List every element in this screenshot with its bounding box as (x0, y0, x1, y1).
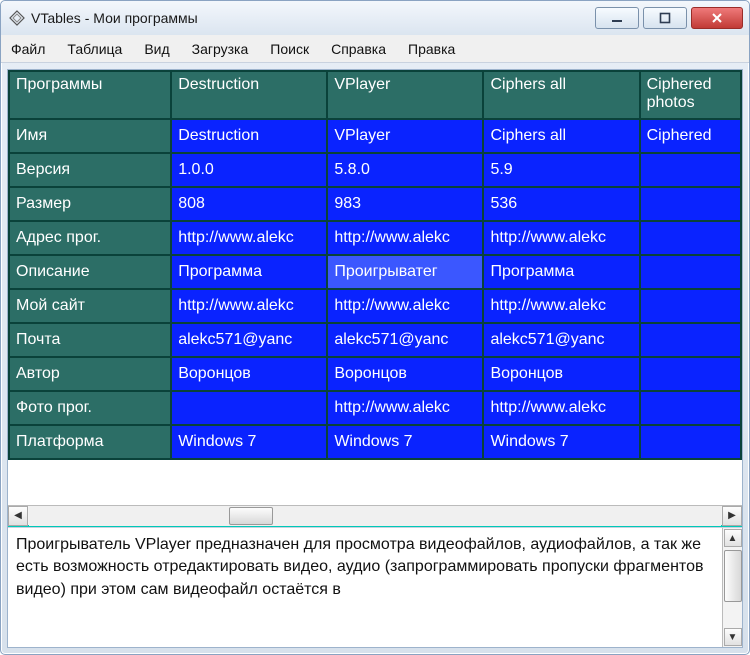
cell[interactable]: Проигрыватег (327, 255, 483, 289)
cell[interactable]: http://www.alekc (327, 289, 483, 323)
titlebar[interactable]: VTables - Мои программы (1, 1, 749, 35)
cell[interactable] (640, 323, 741, 357)
cell[interactable] (640, 187, 741, 221)
vscroll-track[interactable] (724, 548, 742, 627)
description-text[interactable]: Проигрыватель VPlayer предназначен для п… (8, 528, 722, 647)
cell[interactable]: Ciphers all (483, 119, 639, 153)
hscroll-thumb[interactable] (229, 507, 273, 525)
col-header[interactable]: VPlayer (327, 71, 483, 119)
cell[interactable]: VPlayer (327, 119, 483, 153)
app-icon (9, 10, 25, 26)
table-row: ОписаниеПрограммаПроигрыватегПрограмма (9, 255, 741, 289)
cell[interactable]: http://www.alekc (483, 221, 639, 255)
cell[interactable]: 5.8.0 (327, 153, 483, 187)
cell[interactable]: 5.9 (483, 153, 639, 187)
cell[interactable]: Windows 7 (327, 425, 483, 459)
cell[interactable] (640, 255, 741, 289)
cell[interactable]: Windows 7 (483, 425, 639, 459)
window-title: VTables - Мои программы (31, 10, 595, 26)
table-row: АвторВоронцовВоронцовВоронцов (9, 357, 741, 391)
description-panel: Проигрыватель VPlayer предназначен для п… (8, 527, 742, 647)
menu-file[interactable]: Файл (9, 39, 47, 59)
row-header[interactable]: Размер (9, 187, 171, 221)
col-header[interactable]: Ciphers all (483, 71, 639, 119)
cell[interactable]: alekc571@yanc (483, 323, 639, 357)
cell[interactable]: http://www.alekc (483, 391, 639, 425)
cell[interactable] (640, 425, 741, 459)
cell[interactable]: Destruction (171, 119, 327, 153)
hscroll-track[interactable] (29, 506, 721, 526)
cell[interactable]: Воронцов (483, 357, 639, 391)
close-button[interactable] (691, 7, 743, 29)
table-row: ИмяDestructionVPlayerCiphers allCiphered (9, 119, 741, 153)
menu-help[interactable]: Справка (329, 39, 388, 59)
col-header[interactable]: Ciphered photos (640, 71, 741, 119)
menu-search[interactable]: Поиск (268, 39, 311, 59)
table-row: Размер808983536 (9, 187, 741, 221)
cell[interactable] (640, 221, 741, 255)
table-row: Почтаalekc571@yancalekc571@yancalekc571@… (9, 323, 741, 357)
scroll-left-button[interactable]: ◀ (8, 506, 28, 526)
cell[interactable]: 808 (171, 187, 327, 221)
vscroll-thumb[interactable] (724, 550, 742, 602)
row-header[interactable]: Почта (9, 323, 171, 357)
table-row: Адрес прог.http://www.alekchttp://www.al… (9, 221, 741, 255)
horizontal-scrollbar[interactable]: ◀ ▶ (8, 505, 742, 527)
cell[interactable]: http://www.alekc (171, 289, 327, 323)
cell[interactable]: 983 (327, 187, 483, 221)
cell[interactable]: 1.0.0 (171, 153, 327, 187)
cell[interactable]: alekc571@yanc (327, 323, 483, 357)
scroll-down-button[interactable]: ▼ (724, 628, 742, 646)
window-controls (595, 7, 743, 29)
menu-load[interactable]: Загрузка (190, 39, 251, 59)
row-header[interactable]: Мой сайт (9, 289, 171, 323)
cell[interactable]: Воронцов (327, 357, 483, 391)
row-header[interactable]: Описание (9, 255, 171, 289)
cell[interactable] (640, 153, 741, 187)
cell[interactable] (640, 289, 741, 323)
cell[interactable]: http://www.alekc (327, 391, 483, 425)
cell[interactable]: http://www.alekc (483, 289, 639, 323)
data-grid[interactable]: Программы Destruction VPlayer Ciphers al… (8, 70, 742, 505)
vertical-scrollbar[interactable]: ▲ ▼ (722, 528, 742, 647)
cell[interactable] (640, 391, 741, 425)
cell[interactable] (640, 357, 741, 391)
cell[interactable]: http://www.alekc (327, 221, 483, 255)
corner-header[interactable]: Программы (9, 71, 171, 119)
table-header-row: Программы Destruction VPlayer Ciphers al… (9, 71, 741, 119)
table-row: Мой сайтhttp://www.alekchttp://www.alekc… (9, 289, 741, 323)
minimize-button[interactable] (595, 7, 639, 29)
row-header[interactable]: Версия (9, 153, 171, 187)
scroll-right-button[interactable]: ▶ (722, 506, 742, 526)
cell[interactable]: Воронцов (171, 357, 327, 391)
row-header[interactable]: Адрес прог. (9, 221, 171, 255)
row-header[interactable]: Автор (9, 357, 171, 391)
app-window: VTables - Мои программы Файл Таблица Вид… (0, 0, 750, 655)
scroll-up-button[interactable]: ▲ (724, 529, 742, 547)
cell[interactable] (171, 391, 327, 425)
table-row: Фото прог. http://www.alekchttp://www.ale… (9, 391, 741, 425)
row-header[interactable]: Платформа (9, 425, 171, 459)
cell[interactable]: Ciphered (640, 119, 741, 153)
cell[interactable]: alekc571@yanc (171, 323, 327, 357)
maximize-button[interactable] (643, 7, 687, 29)
menu-view[interactable]: Вид (142, 39, 171, 59)
col-header[interactable]: Destruction (171, 71, 327, 119)
cell[interactable]: 536 (483, 187, 639, 221)
menu-edit[interactable]: Правка (406, 39, 457, 59)
row-header[interactable]: Имя (9, 119, 171, 153)
cell[interactable]: http://www.alekc (171, 221, 327, 255)
table-row: ПлатформаWindows 7Windows 7Windows 7 (9, 425, 741, 459)
menu-table[interactable]: Таблица (65, 39, 124, 59)
row-header[interactable]: Фото прог. (9, 391, 171, 425)
cell[interactable]: Windows 7 (171, 425, 327, 459)
cell[interactable]: Программа (171, 255, 327, 289)
menubar: Файл Таблица Вид Загрузка Поиск Справка … (1, 35, 749, 63)
table-row: Версия1.0.05.8.05.9 (9, 153, 741, 187)
cell[interactable]: Программа (483, 255, 639, 289)
client-area: Программы Destruction VPlayer Ciphers al… (7, 69, 743, 648)
